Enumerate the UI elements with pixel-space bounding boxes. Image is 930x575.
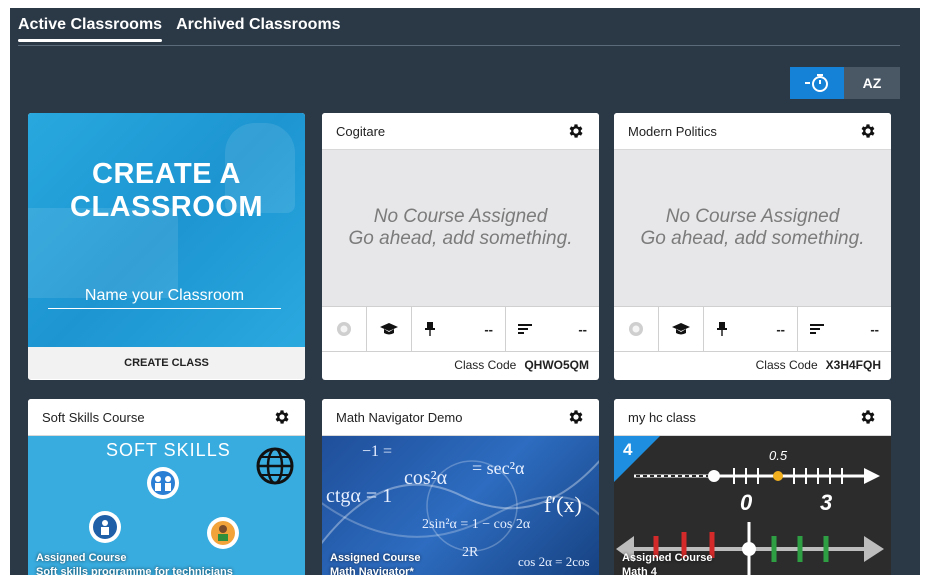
assigned-course-name: Math Navigator*	[330, 566, 414, 575]
sort-az-button[interactable]: AZ	[844, 67, 900, 99]
course-image: 4 0.5 0 3 Assigned Course Math 4	[614, 436, 891, 575]
stat-pinned[interactable]: --	[412, 307, 506, 351]
create-title-line: CREATE A	[92, 158, 241, 190]
globe-icon	[256, 447, 294, 485]
tab-divider	[18, 45, 900, 46]
stat-sort[interactable]: --	[506, 307, 599, 351]
class-code-label: Class Code	[454, 358, 517, 372]
sort-lines-icon	[810, 324, 824, 334]
no-course-placeholder: No Course Assigned Go ahead, add somethi…	[614, 150, 891, 306]
assigned-course-caption: Assigned Course Soft skills programme fo…	[36, 551, 233, 575]
class-code: QHWO5QM	[524, 358, 589, 372]
class-card[interactable]: Soft Skills Course SOFT SKILLS Assigned …	[28, 399, 305, 575]
grade-badge: 4	[623, 440, 633, 459]
people-icon	[89, 511, 121, 543]
class-code-row: Class Code X3H4FQH	[614, 352, 891, 378]
svg-text:f′(x): f′(x)	[544, 492, 582, 517]
classroom-tabs: Active Classrooms Archived Classrooms	[18, 16, 341, 42]
class-name: Math Navigator Demo	[336, 409, 463, 425]
pin-icon	[717, 322, 727, 336]
sort-count: --	[578, 321, 587, 337]
class-card-header: Modern Politics	[614, 113, 891, 150]
number-line-label: 3	[820, 490, 833, 515]
stopwatch-icon	[805, 74, 828, 92]
class-card[interactable]: Modern Politics No Course Assigned Go ah…	[614, 113, 891, 380]
class-name: Soft Skills Course	[42, 409, 145, 425]
google-classroom-icon	[337, 322, 351, 336]
create-classroom-banner: CREATE A CLASSROOM	[28, 113, 305, 347]
stat-google[interactable]	[322, 307, 367, 351]
team-icon	[147, 467, 179, 499]
class-card-header: Cogitare	[322, 113, 599, 150]
assigned-course-label: Assigned Course	[36, 552, 127, 564]
class-stats: -- --	[614, 306, 891, 352]
empty-line: No Course Assigned	[373, 206, 548, 227]
stat-students[interactable]	[659, 307, 704, 351]
gear-icon[interactable]	[859, 408, 877, 426]
assigned-course-label: Assigned Course	[330, 552, 421, 564]
graduation-cap-icon	[380, 323, 398, 335]
gear-icon[interactable]	[859, 122, 877, 140]
stat-sort[interactable]: --	[798, 307, 891, 351]
svg-text:−1 =: −1 =	[362, 443, 392, 460]
classrooms-page: Active Classrooms Archived Classrooms AZ…	[10, 8, 920, 575]
pinned-count: --	[776, 321, 785, 337]
class-card-header: Soft Skills Course	[28, 399, 305, 436]
class-card-header: Math Navigator Demo	[322, 399, 599, 436]
create-title-line: CLASSROOM	[70, 191, 263, 223]
sort-count: --	[870, 321, 879, 337]
class-card[interactable]: my hc class 4 0.5 0 3 Assigned Course Ma…	[614, 399, 891, 575]
create-classroom-title: CREATE A CLASSROOM	[28, 158, 305, 224]
empty-line: No Course Assigned	[665, 206, 840, 227]
gear-icon[interactable]	[273, 408, 291, 426]
create-classroom-card: CREATE A CLASSROOM CREATE CLASS	[28, 113, 305, 380]
svg-text:2sin²α = 1 − cos 2α: 2sin²α = 1 − cos 2α	[422, 517, 531, 532]
class-code-row: Class Code QHWO5QM	[322, 352, 599, 378]
svg-text:cos 2α = 2cos: cos 2α = 2cos	[518, 554, 590, 569]
tab-archived-classrooms[interactable]: Archived Classrooms	[176, 16, 341, 42]
svg-text:2R: 2R	[462, 545, 479, 560]
class-card[interactable]: Cogitare No Course Assigned Go ahead, ad…	[322, 113, 599, 380]
pinned-count: --	[484, 321, 493, 337]
assigned-course-caption: Assigned Course Math Navigator*	[330, 551, 420, 575]
course-image: SOFT SKILLS Assigned Course Soft skills …	[28, 436, 305, 575]
svg-text:ctgα = 1: ctgα = 1	[326, 485, 392, 507]
class-name: Modern Politics	[628, 123, 717, 139]
stat-students[interactable]	[367, 307, 412, 351]
course-image-title: SOFT SKILLS	[106, 440, 231, 460]
stat-google[interactable]	[614, 307, 659, 351]
google-classroom-icon	[629, 322, 643, 336]
class-stats: -- --	[322, 306, 599, 352]
svg-text:cos²α: cos²α	[404, 467, 448, 489]
assigned-course-caption: Assigned Course Math 4	[622, 551, 712, 575]
graduation-cap-icon	[672, 323, 690, 335]
class-code-label: Class Code	[755, 358, 818, 372]
person-icon	[207, 517, 239, 549]
class-name: my hc class	[628, 409, 696, 425]
class-code: X3H4FQH	[825, 358, 881, 372]
assigned-course-name: Math 4	[622, 566, 657, 575]
pin-icon	[425, 322, 435, 336]
sort-recent-button[interactable]	[790, 67, 844, 99]
stat-pinned[interactable]: --	[704, 307, 798, 351]
sort-toggle: AZ	[790, 67, 900, 99]
gear-icon[interactable]	[567, 408, 585, 426]
empty-line: Go ahead, add something.	[640, 228, 865, 249]
sort-lines-icon	[518, 324, 532, 334]
assigned-course-name: Soft skills programme for technicians	[36, 566, 233, 575]
number-line-label: 0	[740, 490, 753, 515]
course-image: ctgα = 1 cos²α = sec²α f′(x) 2sin²α = 1 …	[322, 436, 599, 575]
class-card[interactable]: Math Navigator Demo ctgα = 1 cos²α = sec…	[322, 399, 599, 575]
class-name: Cogitare	[336, 123, 386, 139]
class-card-header: my hc class	[614, 399, 891, 436]
number-line-label: 0.5	[769, 448, 788, 463]
assigned-course-label: Assigned Course	[622, 552, 713, 564]
create-class-button[interactable]: CREATE CLASS	[28, 347, 305, 379]
tab-active-classrooms[interactable]: Active Classrooms	[18, 16, 163, 42]
empty-line: Go ahead, add something.	[348, 228, 573, 249]
classroom-name-input[interactable]	[48, 283, 281, 309]
no-course-placeholder: No Course Assigned Go ahead, add somethi…	[322, 150, 599, 306]
gear-icon[interactable]	[567, 122, 585, 140]
svg-text:= sec²α: = sec²α	[472, 458, 525, 478]
